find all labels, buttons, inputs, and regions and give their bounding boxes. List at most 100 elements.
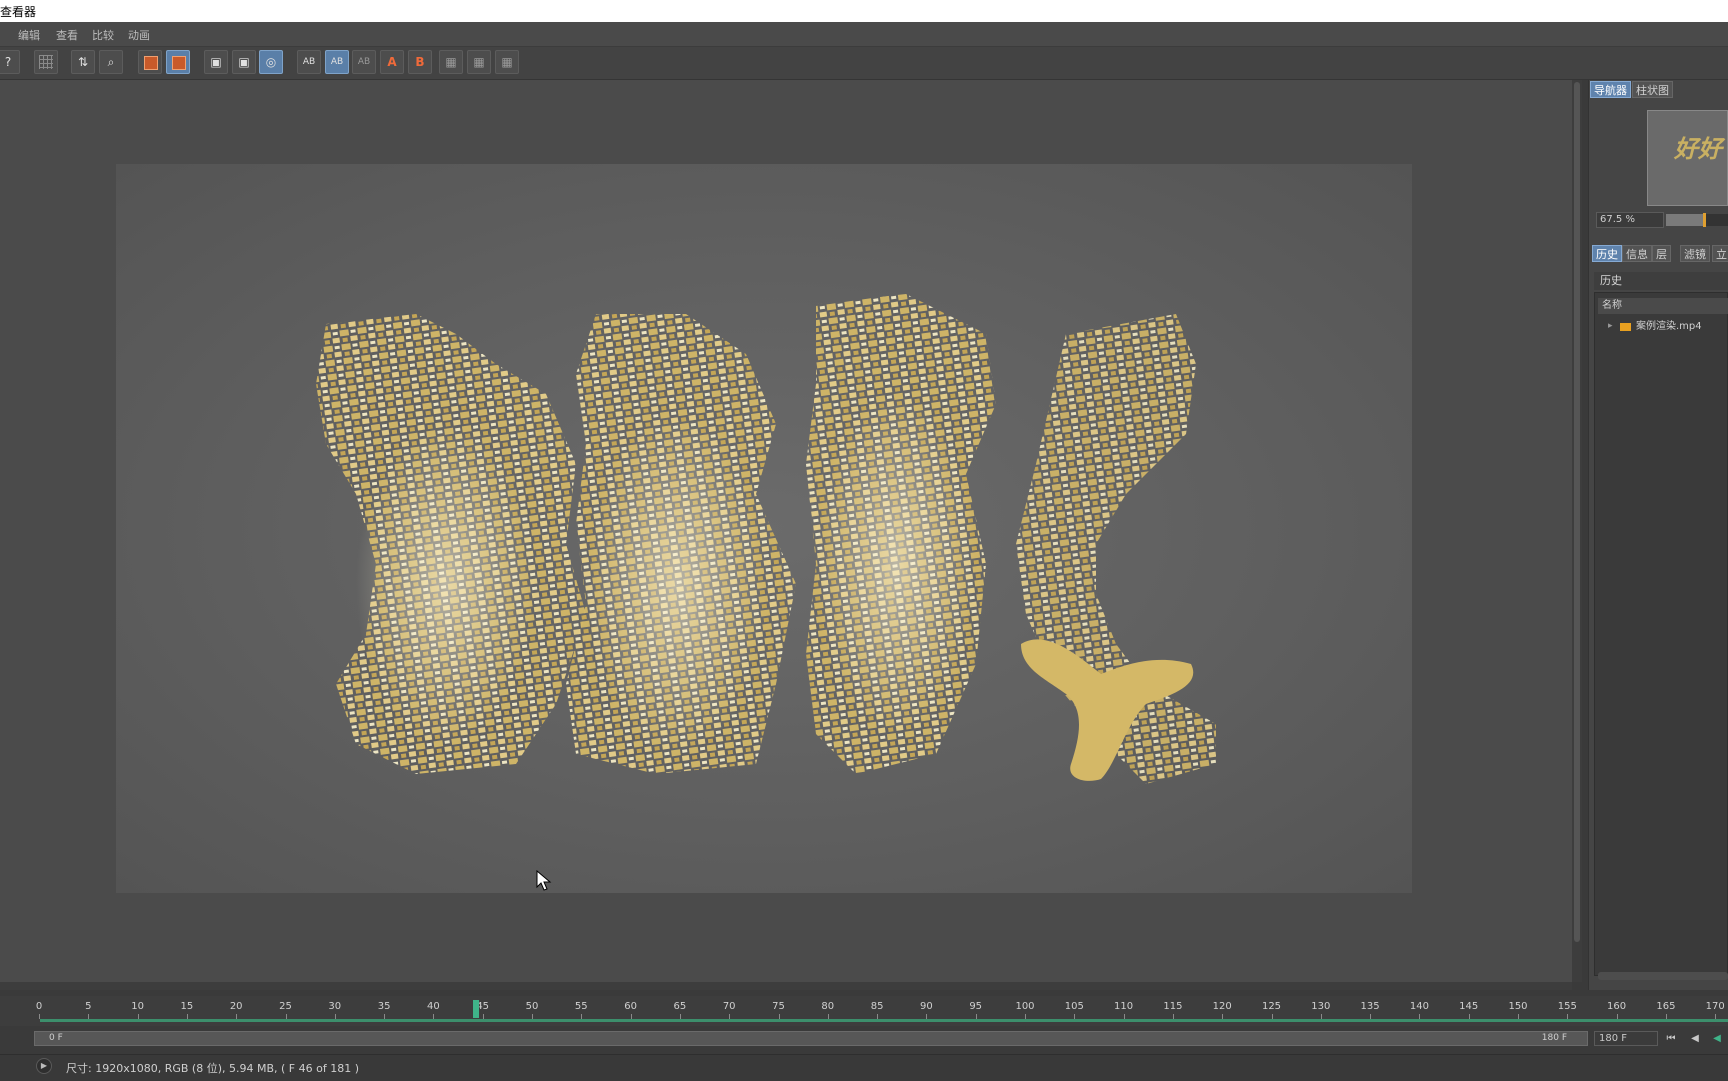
layout-1-button[interactable]: ▦ <box>439 50 463 74</box>
timeline-tick-label: 0 <box>35 1001 43 1012</box>
menu-edit[interactable]: 编辑 <box>18 27 40 43</box>
timeline-tick-mark <box>926 1014 928 1019</box>
timeline-tick-label: 105 <box>1064 1001 1084 1012</box>
character-1-shards <box>316 314 586 774</box>
viewport-horizontal-scrollbar[interactable] <box>0 982 1572 990</box>
timeline-tick-label: 120 <box>1212 1001 1232 1012</box>
layout-2-button[interactable]: ▦ <box>467 50 491 74</box>
timeline-tick-mark <box>1370 1014 1372 1019</box>
step-back-button[interactable]: ◀ <box>1686 1031 1704 1046</box>
set-a-button[interactable]: A <box>380 50 404 74</box>
set-b-button[interactable]: B <box>408 50 432 74</box>
channel-button[interactable]: ⇅ <box>71 50 95 74</box>
timeline-tick-label: 75 <box>772 1001 785 1012</box>
character-3-shards <box>806 294 996 774</box>
ab-swap-button[interactable]: AB <box>352 50 376 74</box>
status-play-icon[interactable]: ▶ <box>36 1058 52 1074</box>
timeline-tick-label: 50 <box>525 1001 539 1012</box>
history-list[interactable] <box>1594 292 1728 976</box>
ab-compare-button[interactable]: AB <box>297 50 321 74</box>
tab-navigator[interactable]: 导航器 <box>1590 81 1631 98</box>
timeline-tick-mark <box>729 1014 731 1019</box>
render-image[interactable] <box>116 164 1412 893</box>
timeline-tick-label: 20 <box>229 1001 243 1012</box>
display-alt-icon: ▣ <box>238 55 250 69</box>
menu-view[interactable]: 查看 <box>56 27 78 43</box>
end-frame-field[interactable]: 180 F <box>1594 1031 1658 1046</box>
timeline-tick-mark <box>1074 1014 1076 1019</box>
timeline-tick-label: 125 <box>1261 1001 1282 1012</box>
timeline-tick-label: 65 <box>673 1001 687 1012</box>
tab-layers[interactable]: 层 <box>1652 245 1671 262</box>
timeline-tick-label: 110 <box>1114 1001 1134 1012</box>
history-item[interactable]: ▸ 案例渲染.mp4 <box>1598 318 1728 335</box>
render-region-icon <box>144 56 158 70</box>
play-backward-button[interactable]: ◀ <box>1708 1031 1726 1046</box>
column-header-name[interactable]: 名称 <box>1598 298 1728 314</box>
timeline-tick-mark <box>1271 1014 1273 1019</box>
navigator-thumbnail[interactable]: 好好 <box>1647 110 1728 206</box>
zoom-field[interactable]: 67.5 % <box>1596 212 1664 228</box>
timeline-tick-label: 90 <box>920 1001 933 1012</box>
grid-icon <box>39 55 53 69</box>
timeline-tick-label: 15 <box>180 1001 194 1012</box>
timeline-tick-mark <box>679 1014 681 1019</box>
timeline-tick-mark <box>975 1014 977 1019</box>
history-header: 历史 <box>1594 272 1728 290</box>
timeline-tick-mark <box>827 1014 829 1019</box>
viewport-vertical-scroll-thumb[interactable] <box>1574 82 1580 942</box>
zoom-slider-handle[interactable] <box>1703 213 1707 227</box>
timeline-tick-label: 60 <box>624 1001 637 1012</box>
timeline-tick-label: 170 <box>1705 1001 1725 1012</box>
tab-info[interactable]: 信息 <box>1622 245 1652 262</box>
layout-3-button[interactable]: ▦ <box>495 50 519 74</box>
timeline-tick-mark <box>581 1014 583 1019</box>
timeline-tick-mark <box>877 1014 879 1019</box>
history-horizontal-scrollbar[interactable] <box>1598 972 1728 980</box>
timeline-tick-label: 70 <box>722 1001 736 1012</box>
zoom-slider-fill <box>1666 214 1705 226</box>
multi-pass-button[interactable]: ◎ <box>259 50 283 74</box>
timeline-tick-label: 155 <box>1557 1001 1577 1012</box>
folder-icon <box>1620 323 1631 331</box>
range-end-label: 180 F <box>1541 1033 1567 1043</box>
timeline-tick-label: 55 <box>574 1001 588 1012</box>
timeline-tick-mark <box>532 1014 533 1019</box>
timeline-tick-label: 40 <box>427 1001 440 1012</box>
render-region-button[interactable] <box>138 50 162 74</box>
timeline-playhead[interactable] <box>472 1000 479 1018</box>
grid-button[interactable] <box>34 50 58 74</box>
shattered-gold-text-image <box>316 294 1216 784</box>
timeline-tick-mark <box>137 1014 139 1019</box>
timeline-tick-mark <box>236 1014 238 1019</box>
expand-arrow-icon[interactable]: ▸ <box>1608 318 1613 335</box>
tab-histogram[interactable]: 柱状图 <box>1632 81 1673 98</box>
go-to-start-button[interactable]: ⏮ <box>1662 1031 1680 1046</box>
step-back-icon: ◀ <box>1691 1033 1699 1044</box>
display-alt-button[interactable]: ▣ <box>232 50 256 74</box>
save-as-button[interactable]: ? <box>0 50 20 74</box>
timeline-tick-mark <box>1320 1014 1322 1019</box>
timeline-tick-label: 25 <box>279 1001 292 1012</box>
magnify-button[interactable]: ⌕ <box>99 50 123 74</box>
render-active-button[interactable] <box>166 50 190 74</box>
status-text: 尺寸: 1920x1080, RGB (8 位), 5.94 MB, ( F 4… <box>66 1062 359 1075</box>
layout-1-icon: ▦ <box>445 55 457 69</box>
window-title: 查看器 <box>0 5 37 19</box>
mouse-cursor-icon <box>536 870 552 891</box>
tab-history[interactable]: 历史 <box>1592 245 1622 262</box>
timeline-tick-mark <box>1567 1014 1569 1019</box>
timeline-range-bar[interactable]: 0 F 180 F <box>34 1031 1588 1046</box>
ab-split-button[interactable]: AB <box>325 50 349 74</box>
ab-split-icon: AB <box>330 57 344 67</box>
tab-stereo[interactable]: 立 <box>1712 245 1728 262</box>
menu-compare[interactable]: 比较 <box>92 27 114 43</box>
timeline-tick-mark <box>1419 1014 1421 1019</box>
tab-filters[interactable]: 滤镜 <box>1680 245 1710 262</box>
menu-bar: 编辑 查看 比较 动画 <box>0 22 1728 47</box>
menu-animation[interactable]: 动画 <box>128 27 150 43</box>
layout-3-icon: ▦ <box>501 55 513 69</box>
timeline-tick-mark <box>482 1014 484 1019</box>
timeline-tick-label: 10 <box>131 1001 144 1012</box>
display-button[interactable]: ▣ <box>204 50 228 74</box>
